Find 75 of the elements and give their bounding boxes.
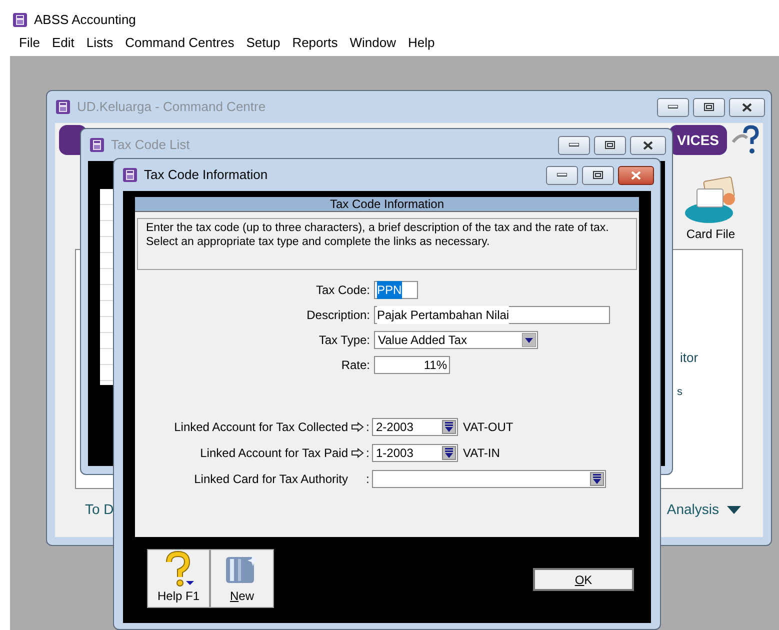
input-field[interactable]: Pajak Pertambahan Nilai <box>374 306 610 324</box>
arrow-right-icon[interactable] <box>350 448 364 458</box>
close-icon <box>742 102 752 112</box>
dropdown-triangle-icon <box>727 506 741 514</box>
window-title: UD.Keluarga - Command Centre <box>77 98 266 116</box>
field-label: Linked Card for Tax Authority <box>193 471 348 488</box>
close-button[interactable] <box>618 166 654 184</box>
tax-type-dropdown[interactable]: Value Added Tax <box>374 331 538 349</box>
input-field[interactable]: 11% <box>374 356 450 374</box>
instructions-box: Enter the tax code (up to three characters), a brief description of the tax and the rate of tax. Select an appropriate tax type and complete the links as necessary. <box>137 218 637 270</box>
new-button[interactable]: New <box>210 549 274 608</box>
field-label: Description: <box>306 307 370 324</box>
minimize-button[interactable] <box>657 98 689 116</box>
partial-text: s <box>677 385 682 400</box>
dropdown-button[interactable] <box>590 472 604 486</box>
maximize-button[interactable] <box>582 166 614 184</box>
menu-item[interactable]: Help <box>402 33 441 53</box>
dropdown-arrow-icon <box>522 333 536 347</box>
separator: : <box>366 445 370 462</box>
field-label: Linked Account for Tax Collected <box>173 419 348 436</box>
close-icon <box>643 140 653 150</box>
app-icon <box>89 137 105 153</box>
maximize-button[interactable] <box>693 98 725 116</box>
menu-item[interactable]: Setup <box>240 33 286 53</box>
minimize-button[interactable] <box>558 136 590 154</box>
close-icon <box>631 170 641 180</box>
menu-item[interactable]: Window <box>344 33 402 53</box>
list-arrow-icon <box>592 474 602 484</box>
help-question-icon <box>731 124 759 156</box>
arrow-right-icon[interactable] <box>350 422 364 432</box>
section-header: Tax Code Information <box>135 197 639 212</box>
account-field[interactable]: 1-2003 <box>372 444 458 462</box>
account-name: VAT-IN <box>463 445 500 462</box>
menu-item[interactable]: Edit <box>46 33 80 53</box>
maximize-icon <box>605 141 615 149</box>
field-label: Tax Code: <box>314 282 370 299</box>
app-icon <box>12 12 28 28</box>
field-label: Rate: <box>340 357 370 374</box>
account-name: VAT-OUT <box>463 419 514 436</box>
minimize-icon <box>668 105 678 109</box>
card-file-label: Card File <box>686 226 735 243</box>
partial-text: itor <box>680 349 698 367</box>
account-field[interactable] <box>372 470 606 488</box>
separator: : <box>366 471 370 488</box>
close-button[interactable] <box>729 98 765 116</box>
separator: : <box>366 419 370 436</box>
menu-item[interactable]: Command Centres <box>119 33 240 53</box>
minimize-icon <box>557 173 567 177</box>
field-label: Linked Account for Tax Paid <box>199 445 348 462</box>
footer-link[interactable]: Analysis <box>666 499 719 520</box>
close-button[interactable] <box>630 136 666 154</box>
account-field[interactable]: 2-2003 <box>372 418 458 436</box>
app-icon <box>55 99 71 115</box>
minimize-button[interactable] <box>546 166 578 184</box>
maximize-icon <box>593 171 603 179</box>
list-arrow-icon <box>444 448 454 458</box>
ok-button[interactable]: OK <box>533 568 634 591</box>
maximize-icon <box>704 103 714 111</box>
app-title: ABSS Accounting <box>34 11 136 30</box>
help-button[interactable]: Help F1 <box>147 549 210 608</box>
footer-link[interactable]: To D <box>85 499 114 520</box>
dropdown-button[interactable] <box>442 446 456 460</box>
app-icon <box>122 167 138 183</box>
window-title: Tax Code List <box>111 136 190 154</box>
dropdown-button[interactable] <box>442 420 456 434</box>
menu-item[interactable]: Reports <box>286 33 344 53</box>
list-arrow-icon <box>444 422 454 432</box>
help-question-icon <box>164 551 194 587</box>
menu-item[interactable]: Lists <box>80 33 120 53</box>
input-field[interactable]: PPN <box>374 281 418 299</box>
maximize-button[interactable] <box>594 136 626 154</box>
menu-item[interactable]: File <box>13 33 46 53</box>
window-title: Tax Code Information <box>144 166 268 184</box>
minimize-icon <box>569 143 579 147</box>
field-label: Tax Type: <box>318 332 370 349</box>
